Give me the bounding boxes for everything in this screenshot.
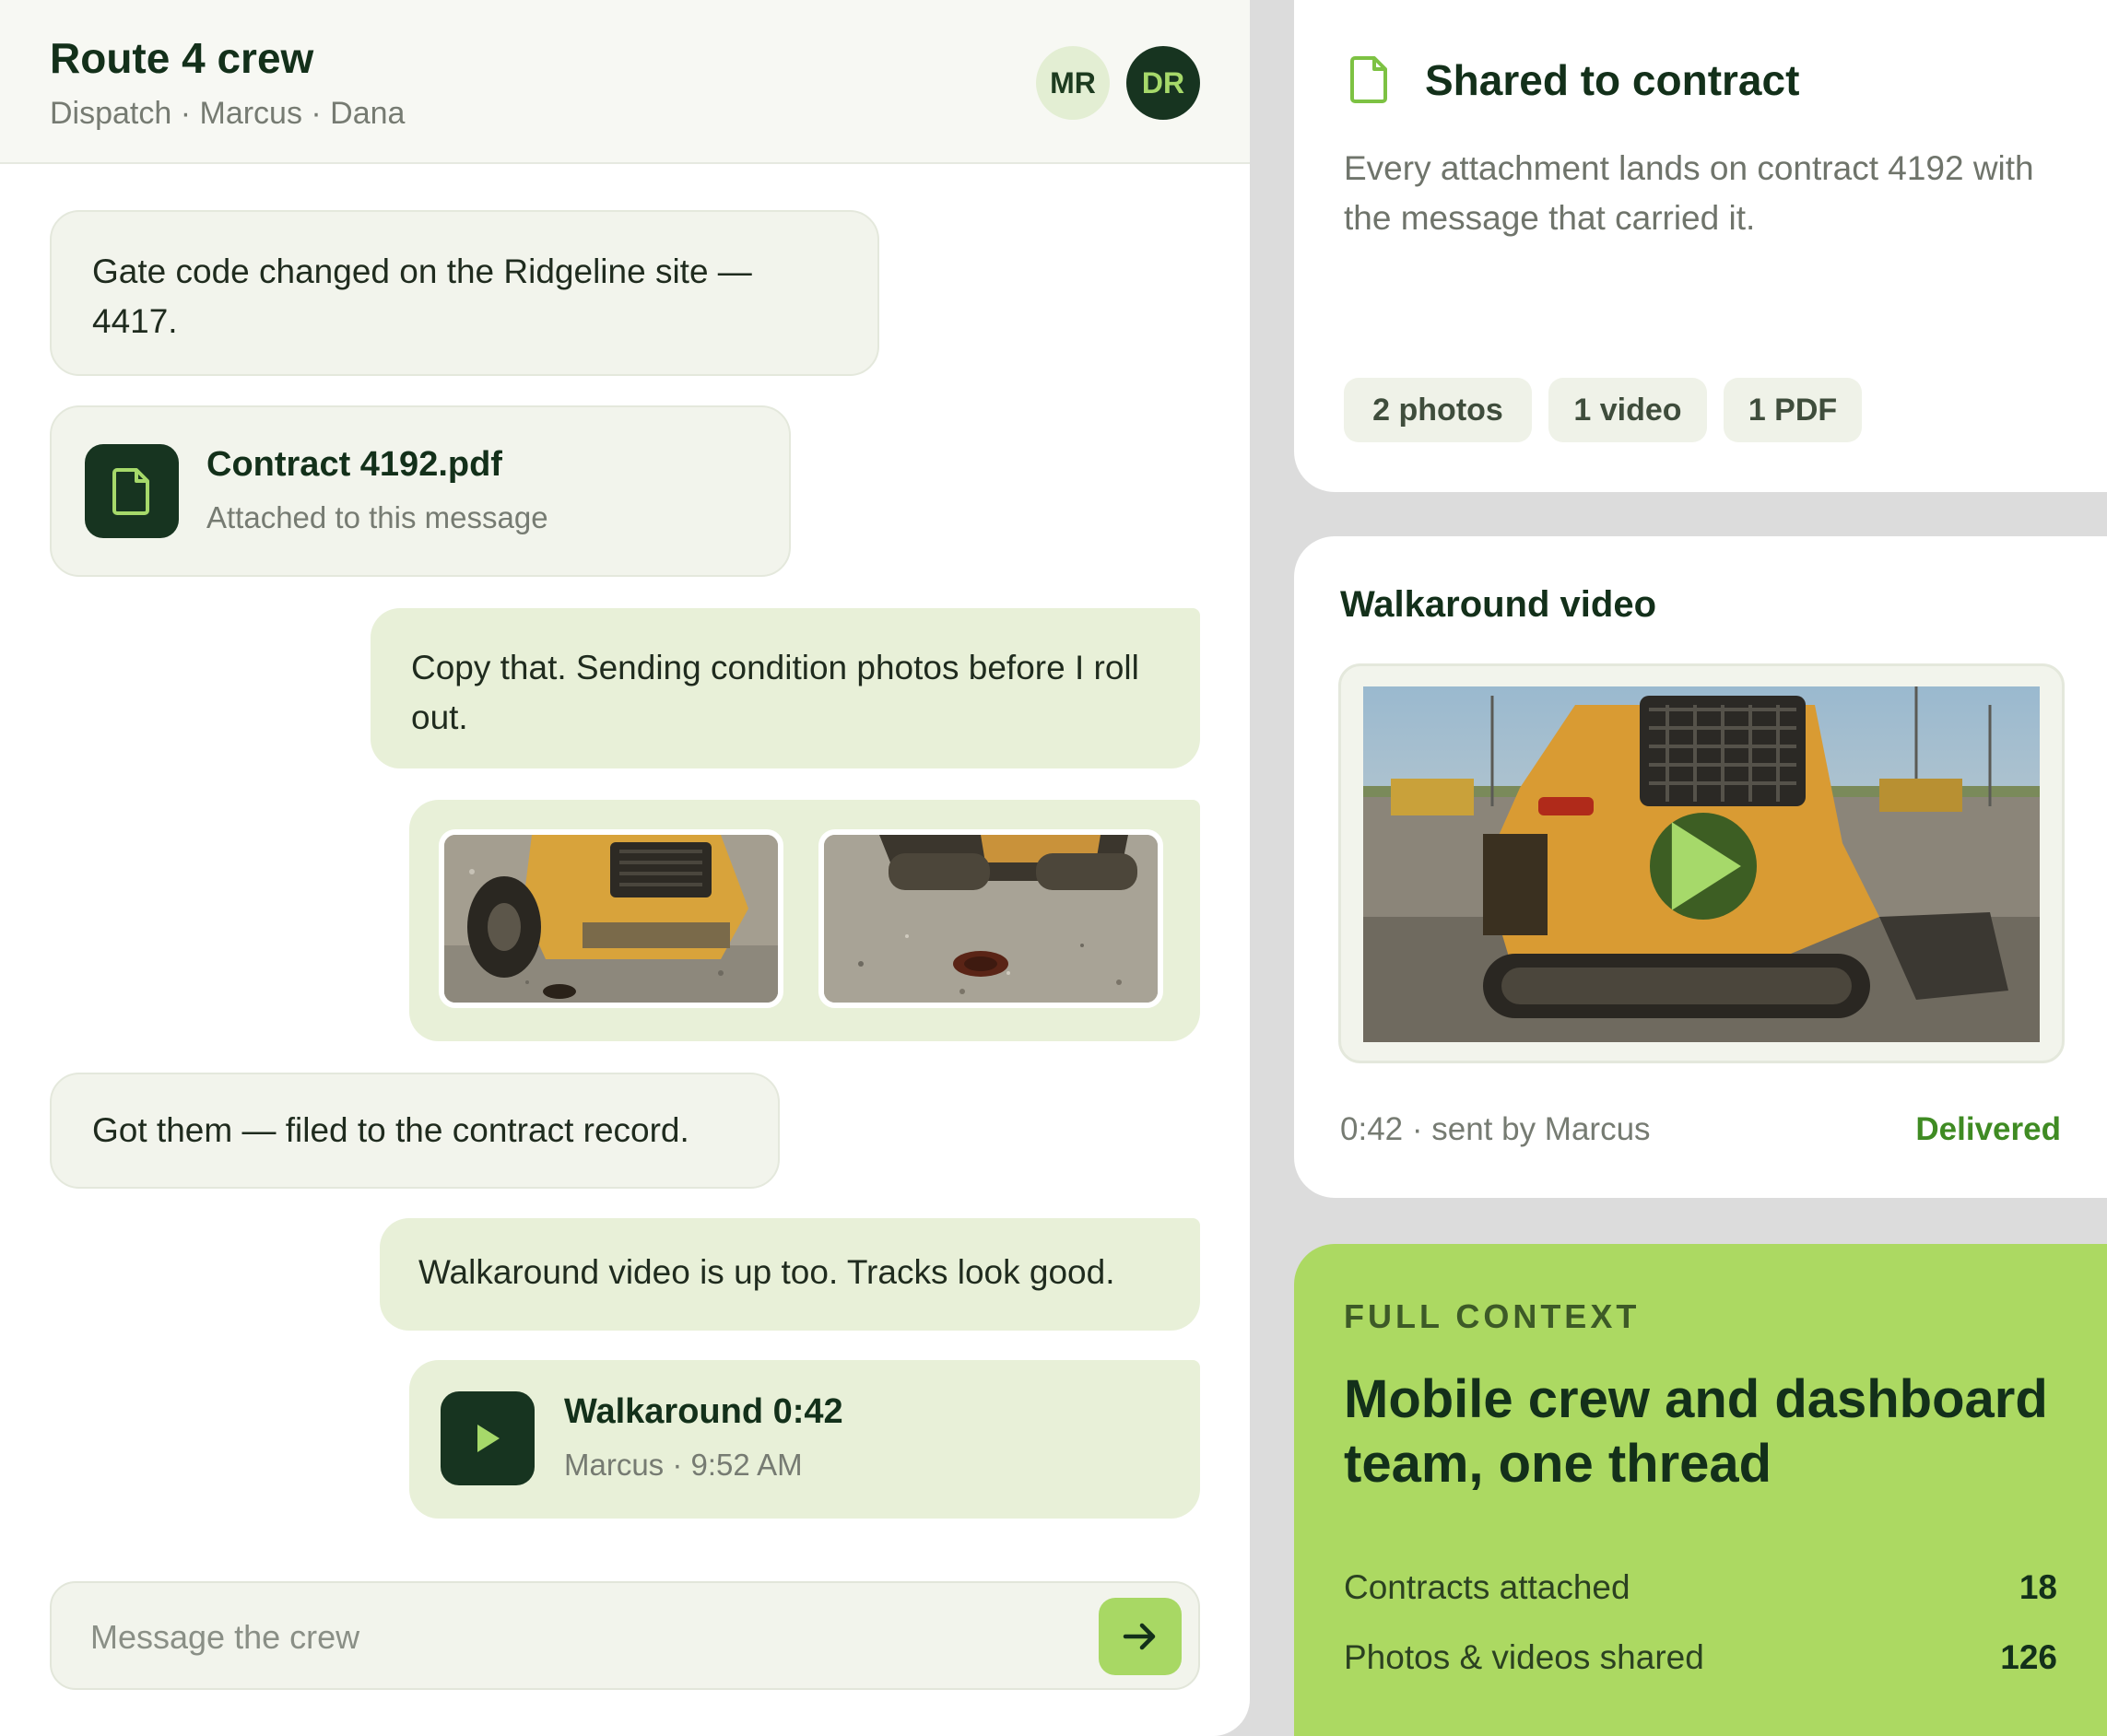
chat-header: Route 4 crew Dispatch · Marcus · Dana MR… [0,0,1250,164]
stat-label-media: Photos & videos shared [1344,1638,1704,1676]
card-heading: Mobile crew and dashboard team, one thre… [1344,1369,2048,1494]
chip-photos[interactable]: 2 photos [1344,378,1532,442]
chip-pdf[interactable]: 1 PDF [1724,378,1862,442]
arrow-right-icon [1123,1623,1156,1650]
shared-to-contract-card: Shared to contract Every attachment land… [1294,0,2107,492]
send-button[interactable] [1099,1598,1182,1675]
condition-photo-1[interactable] [439,829,783,1008]
chat-title: Route 4 crew [50,34,314,82]
video-title: Walkaround 0:42 [564,1392,843,1431]
photo-attachments-message [409,800,1200,1041]
stat-label-contracts: Contracts attached [1344,1568,1630,1606]
video-player[interactable] [1338,663,2065,1063]
avatar-mr[interactable]: MR [1036,46,1110,120]
message-input[interactable] [88,1609,1010,1666]
document-icon [1349,55,1390,108]
play-icon[interactable] [1650,813,1757,920]
stat-value-media: 126 [2000,1638,2057,1676]
file-subtitle: Attached to this message [206,500,548,534]
file-attachment-message[interactable]: Contract 4192.pdf Attached to this messa… [50,405,791,577]
message-outgoing: Copy that. Sending condition photos befo… [371,608,1200,768]
stat-value-contracts: 18 [2019,1568,2057,1606]
play-icon[interactable] [441,1391,535,1485]
chat-panel: Route 4 crew Dispatch · Marcus · Dana MR… [0,0,1250,1736]
message-incoming: Got them — filed to the contract record. [50,1073,780,1189]
full-context-card: FULL CONTEXT Mobile crew and dashboard t… [1294,1244,2107,1736]
walkaround-video-card: Walkaround video 0:42 · sent by Marcus D… [1294,536,2107,1198]
avatar-dr[interactable]: DR [1126,46,1200,120]
message-composer [50,1581,1200,1690]
document-icon [85,444,179,538]
delivery-status: Delivered [1915,1111,2061,1147]
video-subtitle: Marcus · 9:52 AM [564,1448,803,1482]
chip-video[interactable]: 1 video [1548,378,1707,442]
chat-participants: Dispatch · Marcus · Dana [50,96,406,131]
card-description: Every attachment lands on contract 4192 … [1344,149,2034,237]
video-meta: 0:42 · sent by Marcus [1340,1111,1651,1147]
eyebrow-label: FULL CONTEXT [1344,1297,1641,1335]
message-outgoing: Walkaround video is up too. Tracks look … [380,1218,1200,1331]
card-title: Walkaround video [1340,584,1657,625]
video-thumbnail[interactable] [1363,686,2040,1042]
condition-photo-2[interactable] [818,829,1163,1008]
message-incoming: Gate code changed on the Ridgeline site … [50,210,879,376]
video-attachment-message[interactable]: Walkaround 0:42 Marcus · 9:52 AM [409,1360,1200,1519]
file-name: Contract 4192.pdf [206,445,502,484]
card-title: Shared to contract [1425,56,1800,104]
